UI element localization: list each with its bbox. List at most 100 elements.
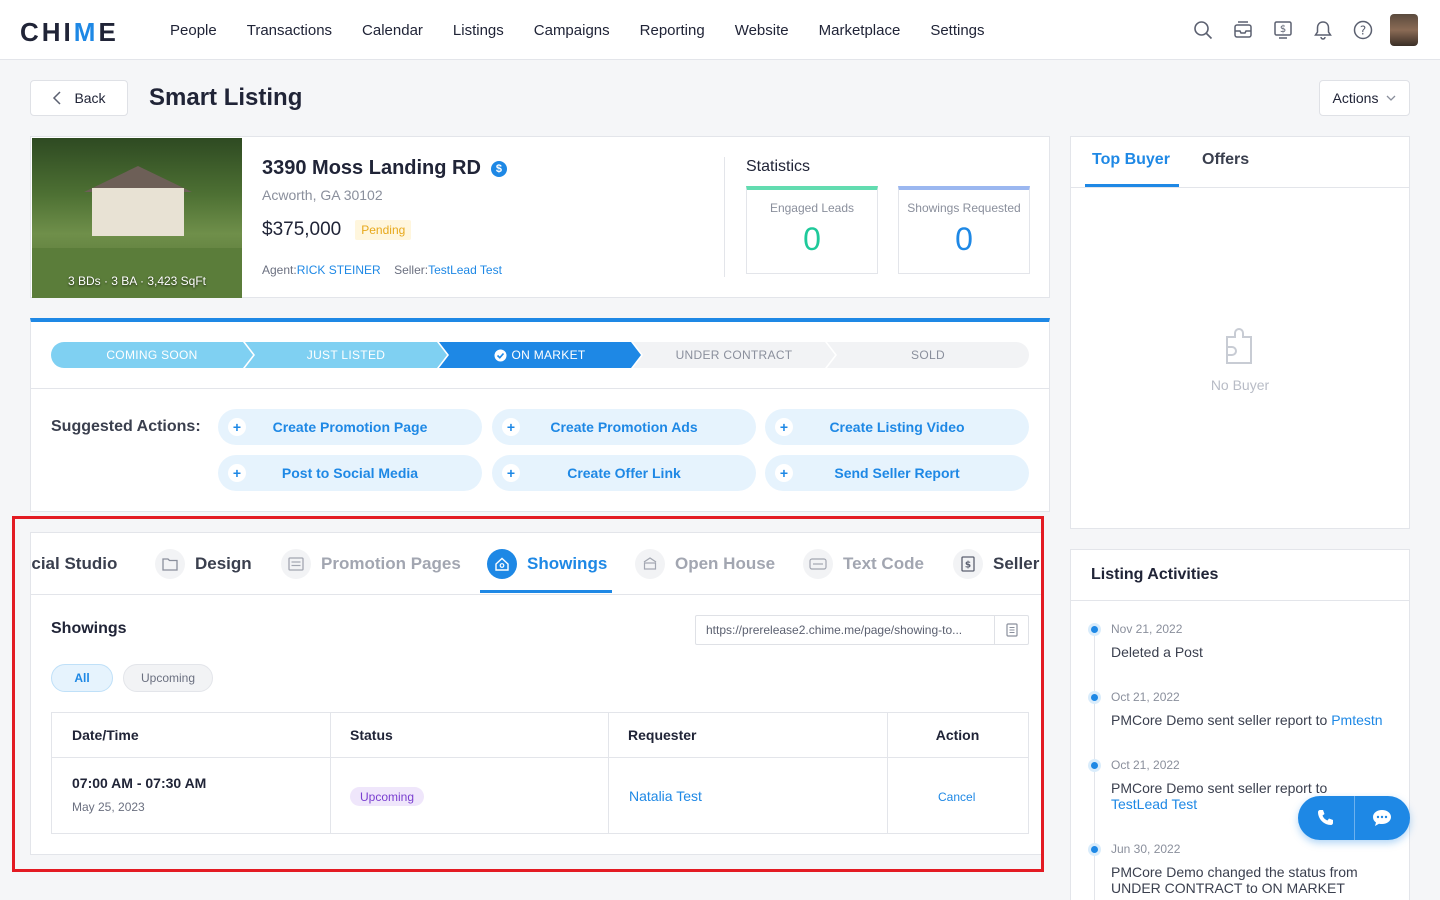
actions-dropdown[interactable]: Actions (1319, 80, 1410, 116)
button-label: Create Listing Video (829, 419, 965, 435)
send-seller-report-button[interactable]: + Send Seller Report (765, 455, 1029, 491)
report-icon: $ (953, 549, 983, 579)
showing-url-field[interactable]: https://prerelease2.chime.me/page/showin… (695, 615, 1029, 645)
nav-website[interactable]: Website (735, 22, 789, 39)
photo-house (92, 188, 184, 236)
nav-listings[interactable]: Listings (453, 22, 504, 39)
stage-sold[interactable]: SOLD (827, 342, 1029, 368)
svg-text:$: $ (965, 561, 971, 571)
tab-social-studio[interactable]: ocial Studio (31, 533, 117, 594)
nav-reporting[interactable]: Reporting (640, 22, 705, 39)
listing-price: $375,000 (262, 219, 342, 240)
tab-open-house[interactable]: Open House (635, 533, 775, 594)
status-pipeline: COMING SOON JUST LISTED ON MARKET UNDER … (51, 342, 1029, 368)
create-listing-video-button[interactable]: + Create Listing Video (765, 409, 1029, 445)
active-tab-indicator (480, 590, 612, 593)
stage-label: JUST LISTED (306, 348, 386, 362)
copy-icon[interactable] (994, 616, 1028, 644)
plus-icon: + (228, 464, 246, 482)
filter-all[interactable]: All (51, 664, 113, 692)
nav-transactions[interactable]: Transactions (247, 22, 332, 39)
bell-icon[interactable] (1312, 19, 1334, 41)
actions-label: Actions (1332, 90, 1379, 106)
engaged-leads-stat[interactable]: Engaged Leads 0 (746, 186, 878, 274)
timeline-dot (1091, 694, 1098, 701)
create-offer-link-button[interactable]: + Create Offer Link (492, 455, 756, 491)
dollar-icon: $ (490, 160, 507, 177)
activity-date: Oct 21, 2022 (1111, 758, 1180, 772)
inbox-icon[interactable] (1232, 19, 1254, 41)
showing-date: May 25, 2023 (72, 800, 145, 814)
phone-icon[interactable] (1298, 796, 1354, 840)
showings-card: ocial Studio Design Promotion Pages Show… (30, 532, 1042, 855)
column-header-action: Action (887, 713, 1028, 758)
user-avatar[interactable] (1390, 14, 1418, 46)
agent-link[interactable]: RICK STEINER (297, 263, 381, 277)
billing-icon[interactable]: $ (1272, 19, 1294, 41)
tab-top-buyer[interactable]: Top Buyer (1092, 151, 1170, 169)
tab-showings[interactable]: Showings (487, 533, 607, 594)
help-icon[interactable]: ? (1352, 19, 1374, 41)
tab-promotion-pages[interactable]: Promotion Pages (281, 533, 461, 594)
cancel-showing-button[interactable]: Cancel (938, 790, 975, 804)
nav-campaigns[interactable]: Campaigns (534, 22, 610, 39)
tab-seller[interactable]: $ Seller (953, 533, 1039, 594)
timeline-dot (1091, 762, 1098, 769)
photo-lawn (32, 248, 242, 298)
stage-label: COMING SOON (106, 348, 198, 362)
tab-label: Design (195, 554, 252, 573)
tab-text-code[interactable]: Text Code (803, 533, 924, 594)
nav-people[interactable]: People (170, 22, 217, 39)
listing-address: 3390 Moss Landing RD (262, 157, 481, 179)
requester-link[interactable]: Natalia Test (629, 788, 702, 804)
create-promotion-ads-button[interactable]: + Create Promotion Ads (492, 409, 756, 445)
floating-contact-widget (1298, 796, 1410, 840)
activity-text-body: Deleted a Post (1111, 644, 1203, 660)
stage-label: ON MARKET (511, 348, 586, 362)
page-title: Smart Listing (149, 84, 303, 111)
seller-link[interactable]: TestLead Test (428, 263, 502, 277)
column-divider (887, 713, 888, 833)
nav-marketplace[interactable]: Marketplace (819, 22, 901, 39)
stage-under-contract[interactable]: UNDER CONTRACT (633, 342, 835, 368)
nav-settings[interactable]: Settings (930, 22, 984, 39)
pipeline-card: COMING SOON JUST LISTED ON MARKET UNDER … (30, 318, 1050, 512)
filter-upcoming[interactable]: Upcoming (123, 664, 213, 692)
engaged-leads-value: 0 (803, 221, 821, 257)
stage-coming-soon[interactable]: COMING SOON (51, 342, 253, 368)
activity-text: PMCore Demo sent seller report to Pmtest… (1111, 712, 1406, 728)
activity-date: Jun 30, 2022 (1111, 842, 1181, 856)
divider (1071, 600, 1409, 601)
tab-design[interactable]: Design (155, 533, 252, 594)
no-buyer-text: No Buyer (1210, 377, 1270, 393)
timeline-dot (1091, 626, 1098, 633)
stage-on-market[interactable]: ON MARKET (439, 342, 641, 368)
chat-icon[interactable] (1354, 796, 1410, 840)
search-icon[interactable] (1192, 19, 1214, 41)
create-promotion-page-button[interactable]: + Create Promotion Page (218, 409, 482, 445)
page-icon (281, 549, 311, 579)
showings-requested-stat[interactable]: Showings Requested 0 (898, 186, 1030, 274)
back-label: Back (74, 90, 106, 106)
agent-label: Agent: (262, 263, 297, 277)
code-icon (803, 549, 833, 579)
plus-icon: + (502, 464, 520, 482)
stage-just-listed[interactable]: JUST LISTED (245, 342, 447, 368)
buyer-panel: Top Buyer Offers No Buyer (1070, 136, 1410, 529)
post-to-social-media-button[interactable]: + Post to Social Media (218, 455, 482, 491)
activity-link[interactable]: Pmtestn (1331, 712, 1382, 728)
statistics-title: Statistics (746, 158, 811, 175)
back-button[interactable]: Back (30, 80, 128, 116)
showings-table: Date/Time Status Requester Action 07:00 … (51, 712, 1029, 834)
top-nav: CHIME People Transactions Calendar Listi… (0, 0, 1440, 60)
nav-calendar[interactable]: Calendar (362, 22, 423, 39)
svg-text:$: $ (1280, 24, 1286, 35)
tab-offers[interactable]: Offers (1202, 151, 1249, 169)
stage-label: SOLD (911, 348, 945, 362)
chevron-left-icon (53, 91, 61, 105)
activity-link[interactable]: TestLead Test (1111, 796, 1197, 812)
chime-logo[interactable]: CHIME (20, 17, 119, 48)
listing-photo[interactable]: 3 BDs · 3 BA · 3,423 SqFt (32, 138, 242, 298)
column-divider (608, 713, 609, 833)
plus-icon: + (228, 418, 246, 436)
